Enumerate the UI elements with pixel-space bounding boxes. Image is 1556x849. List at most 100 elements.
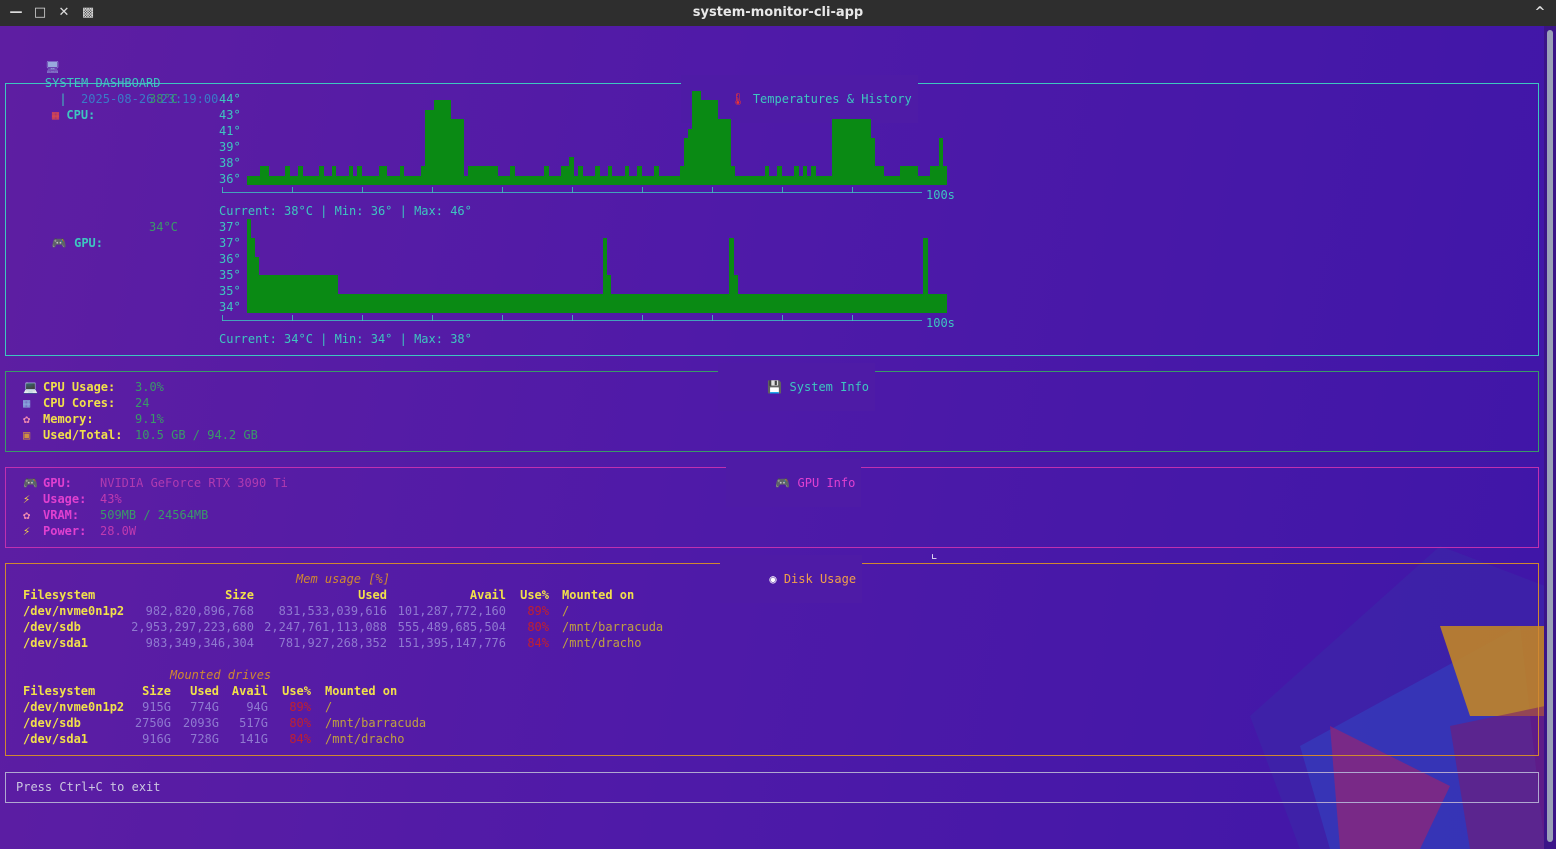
x-tick [852,315,853,321]
scrollbar-thumb[interactable] [1547,30,1553,842]
table-header: Avail [469,588,506,602]
table-header: Filesystem [23,684,96,698]
table-cell: /mnt/dracho [325,732,405,746]
x-tick [782,315,783,321]
table-cell: 101,287,772,160 [397,604,506,618]
x-tick [292,187,293,193]
table-row-filesystem: /dev/sda1 [23,732,89,746]
system-info-panel-title: 💾 System Info [718,363,876,411]
table-cell: 915G [142,700,171,714]
y-tick-label: 36° [219,172,241,186]
floppy-disk-icon: 💾 [767,380,783,394]
x-tick [362,187,363,193]
table-header: Filesystem [23,588,96,602]
table-cell: 2750G [134,716,171,730]
x-tick [572,187,573,193]
table-header: Mounted on [325,684,398,698]
x-tick [222,187,223,193]
table-header: Size [225,588,254,602]
gamepad-icon: 🎮 [775,476,791,490]
gamepad-icon: 🎮 [51,236,67,250]
system_info-label: CPU Cores: [43,396,116,410]
table-cell: 728G [190,732,219,746]
scrollbar[interactable] [1544,26,1556,849]
gpu_info-value: 43% [100,492,122,506]
table-cell: 982,820,896,768 [145,604,254,618]
table-cell: 774G [190,700,219,714]
table-cell: 94G [246,700,268,714]
computer-icon: 💻 [23,380,38,394]
gpu_info-label: Power: [43,524,87,538]
table-header: Use% [282,684,311,698]
table-cell: /mnt/barracuda [325,716,427,730]
x-tick [432,315,433,321]
table-cell: 80% [527,620,549,634]
gpu-x-end-label: 100s [926,316,955,330]
chevron-up-icon[interactable]: ^ [1530,3,1550,23]
y-tick-label: 35° [219,284,241,298]
terminal-area[interactable]: 🖥 SYSTEM DASHBOARD | 2025-08-26 23:19:00… [0,26,1556,849]
cpu-temp-label: ▦ CPU: [51,108,96,122]
system_info-label: CPU Usage: [43,380,116,394]
table-header: Avail [231,684,268,698]
table-cell: 89% [527,604,549,618]
table-cell: 555,489,685,504 [397,620,506,634]
x-tick [712,315,713,321]
x-tick [642,187,643,193]
table-header: Used [358,588,387,602]
table-cell: 2093G [182,716,219,730]
gpu_info-label: VRAM: [43,508,80,522]
table-cell: 84% [289,732,311,746]
lightning-icon: ⚡ [23,524,31,538]
cpu-current-temp: 38°C [149,92,178,106]
gpu-current-temp: 34°C [149,220,178,234]
lightning-icon: ⚡ [23,492,31,506]
table-cell: 2,247,761,113,088 [264,620,387,634]
y-tick-label: 43° [219,108,241,122]
bar [943,294,948,313]
table-cell: 983,349,346,304 [145,636,254,650]
table-cell: 916G [142,732,171,746]
brain-icon: ✿ [23,412,31,426]
x-tick [502,187,503,193]
x-tick [362,315,363,321]
brain-icon: ✿ [23,508,31,522]
gpu_info-label: Usage: [43,492,87,506]
gamepad-icon: 🎮 [23,476,38,490]
table-header: Size [142,684,171,698]
table-header: Mounted on [562,588,635,602]
x-tick [852,187,853,193]
y-tick-label: 39° [219,140,241,154]
table-cell: 89% [289,700,311,714]
y-tick-label: 37° [219,236,241,250]
system_info-label: Memory: [43,412,94,426]
monitor-icon: 🖥 [44,60,61,74]
system_info-value: 3.0% [135,380,164,394]
table-row-filesystem: /dev/nvme0n1p2 [23,604,125,618]
x-tick [782,187,783,193]
system_info-value: 10.5 GB / 94.2 GB [135,428,258,442]
system_info-value: 9.1% [135,412,164,426]
x-tick [642,315,643,321]
table-cell: 781,927,268,352 [278,636,387,650]
y-tick-label: 38° [219,156,241,170]
table-row-filesystem: /dev/nvme0n1p2 [23,700,125,714]
bar [942,166,948,185]
gpu-info-panel-title: 🎮 GPU Info [726,459,862,507]
exit-hint: Press Ctrl+C to exit [16,780,161,794]
disc-icon: ◉ [769,572,777,586]
cpu-x-end-label: 100s [926,188,955,202]
system_info-value: 24 [135,396,150,410]
x-tick [502,315,503,321]
gpu-temp-summary: Current: 34°C | Min: 34° | Max: 38° [219,332,472,346]
table-row-filesystem: /dev/sdb [23,716,81,730]
table-cell: /mnt/barracuda [562,620,664,634]
x-tick [712,187,713,193]
gpu_info-value: 28.0W [100,524,137,538]
table-header: Used [190,684,219,698]
table-cell: 517G [239,716,268,730]
table-cell: 141G [239,732,268,746]
table-cell: 151,395,147,776 [397,636,506,650]
table-cell: /mnt/dracho [562,636,642,650]
gpu_info-value: 509MB / 24564MB [100,508,209,522]
